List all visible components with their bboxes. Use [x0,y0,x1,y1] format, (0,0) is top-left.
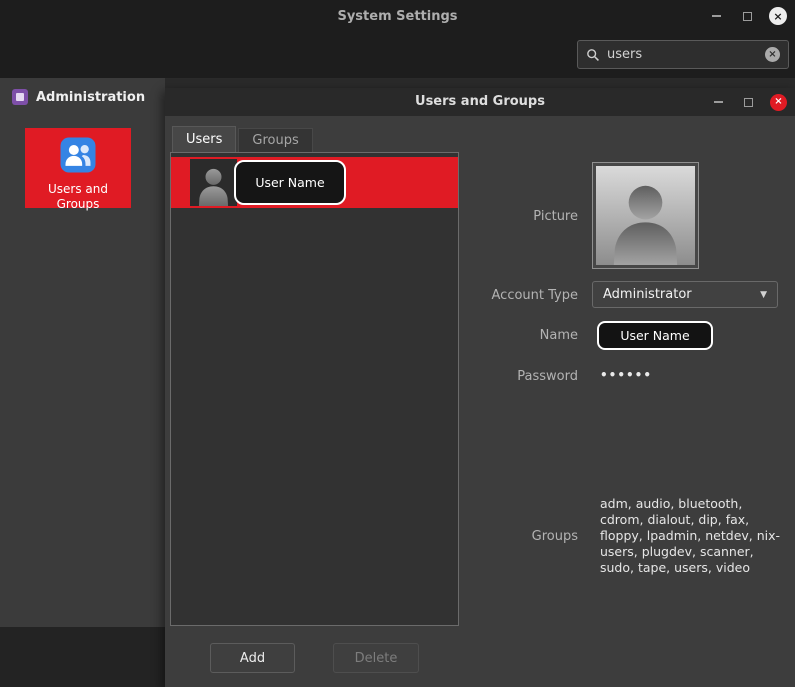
search-input[interactable]: users × [577,40,789,69]
maximize-icon [743,12,752,21]
administration-icon [12,89,28,105]
dialog-maximize-button[interactable] [740,94,757,111]
groups-label: Groups [428,529,578,544]
close-icon: × [773,11,782,22]
tab-users[interactable]: Users [172,126,236,152]
close-button[interactable]: × [769,7,787,25]
name-field[interactable]: User Name [597,321,713,350]
sidebar-section-label: Administration [36,90,145,105]
chevron-down-icon: ▼ [760,290,767,300]
window-title: System Settings [0,9,795,24]
dialog-title: Users and Groups [165,88,795,116]
close-icon: × [774,97,782,107]
settings-sidebar-lower [0,627,165,687]
user-list[interactable]: User Name [170,152,459,626]
dialog-minimize-button[interactable] [710,94,727,111]
search-value: users [607,47,758,62]
minimize-icon [712,15,721,17]
password-label: Password [428,369,578,384]
minimize-button[interactable] [707,7,725,25]
user-picture-button[interactable] [592,162,699,269]
administration-icon-glyph [16,93,24,101]
account-type-value: Administrator [603,287,760,302]
clear-search-icon[interactable]: × [765,47,780,62]
name-label: Name [428,328,578,343]
account-type-label: Account Type [428,288,578,303]
tab-groups[interactable]: Groups [238,128,312,152]
search-icon [586,48,600,62]
add-button[interactable]: Add [210,643,295,673]
system-settings-titlebar: System Settings × users × [0,0,795,78]
dialog-window-controls: × [710,88,787,116]
window-controls: × [707,7,787,25]
minimize-icon [714,101,723,103]
password-field[interactable]: •••••• [600,368,652,382]
groups-value: adm, audio, bluetooth, cdrom, dialout, d… [600,496,782,576]
users-and-groups-dialog: Users and Groups × Users Groups [165,88,795,687]
sidebar-item-label: Users and Groups [37,182,119,212]
user-row-avatar [190,159,237,206]
dialog-close-button[interactable]: × [770,94,787,111]
user-name-entry[interactable]: User Name [234,160,346,205]
users-groups-icon [58,135,98,179]
delete-button: Delete [333,643,419,673]
maximize-button[interactable] [738,7,756,25]
user-list-row-selected[interactable]: User Name [171,157,458,208]
picture-label: Picture [428,209,578,224]
sidebar-section-administration: Administration [12,89,145,105]
account-type-dropdown[interactable]: Administrator ▼ [592,281,778,308]
maximize-icon [744,98,753,107]
sidebar-item-users-and-groups[interactable]: Users and Groups [25,128,131,208]
dialog-tabs: Users Groups [172,126,313,152]
dialog-titlebar[interactable]: Users and Groups × [165,88,795,116]
